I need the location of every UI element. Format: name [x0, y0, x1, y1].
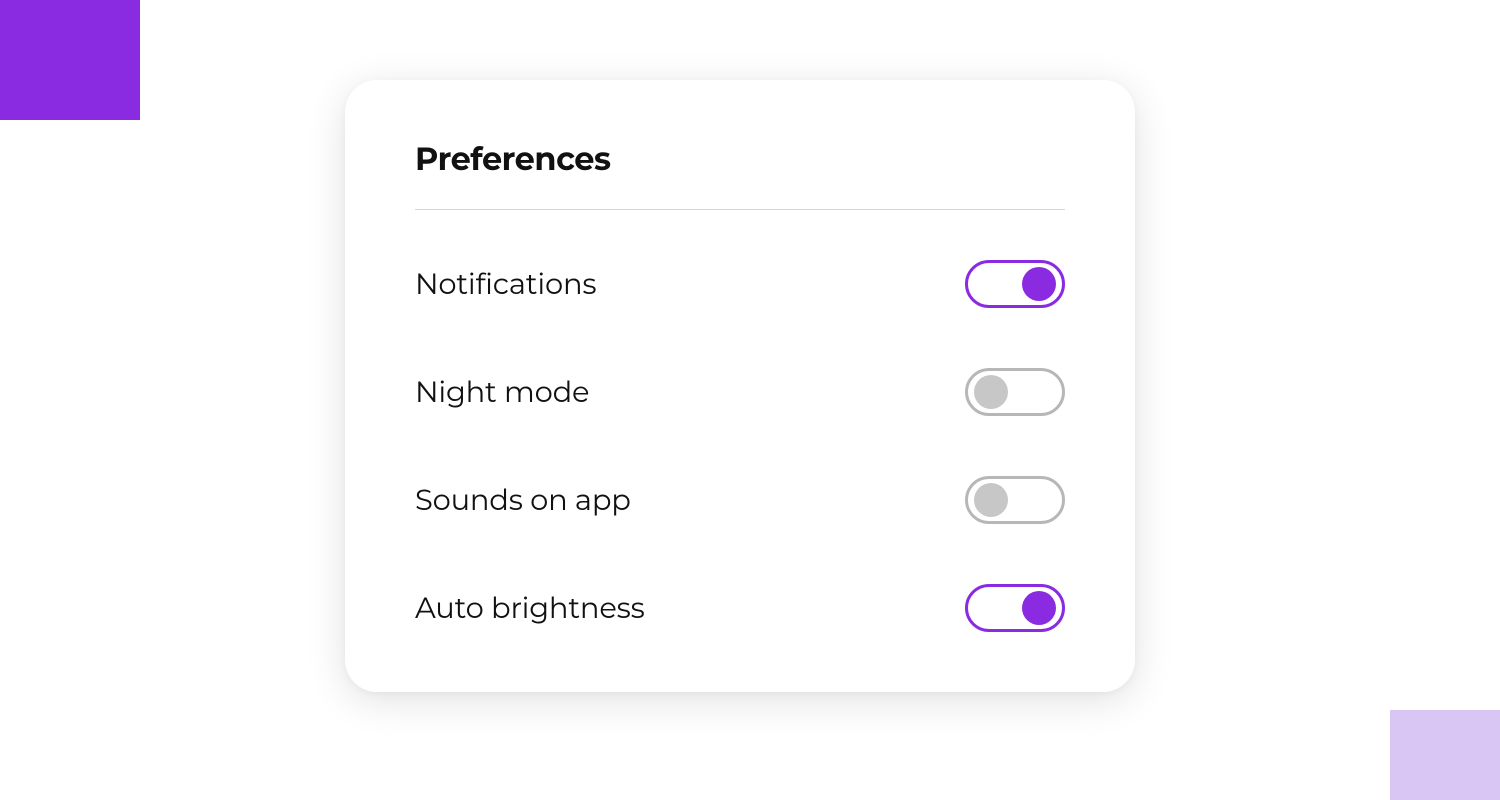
toggle-knob-icon	[974, 483, 1008, 517]
toggle-auto-brightness[interactable]	[965, 584, 1065, 632]
toggle-sounds[interactable]	[965, 476, 1065, 524]
pref-label: Night mode	[415, 375, 589, 410]
toggle-knob-icon	[1022, 591, 1056, 625]
pref-label: Notifications	[415, 267, 596, 302]
preferences-card: Preferences Notifications Night mode Sou…	[345, 80, 1135, 692]
card-title: Preferences	[415, 140, 1065, 179]
pref-label: Auto brightness	[415, 591, 645, 626]
pref-row-auto-brightness: Auto brightness	[415, 584, 1065, 632]
decor-square-bottom-right	[1390, 710, 1500, 800]
title-divider	[415, 209, 1065, 210]
pref-row-notifications: Notifications	[415, 260, 1065, 308]
toggle-notifications[interactable]	[965, 260, 1065, 308]
pref-row-sounds: Sounds on app	[415, 476, 1065, 524]
decor-square-top-left	[0, 0, 140, 120]
toggle-knob-icon	[974, 375, 1008, 409]
toggle-knob-icon	[1022, 267, 1056, 301]
pref-row-night-mode: Night mode	[415, 368, 1065, 416]
toggle-night-mode[interactable]	[965, 368, 1065, 416]
pref-label: Sounds on app	[415, 483, 631, 518]
